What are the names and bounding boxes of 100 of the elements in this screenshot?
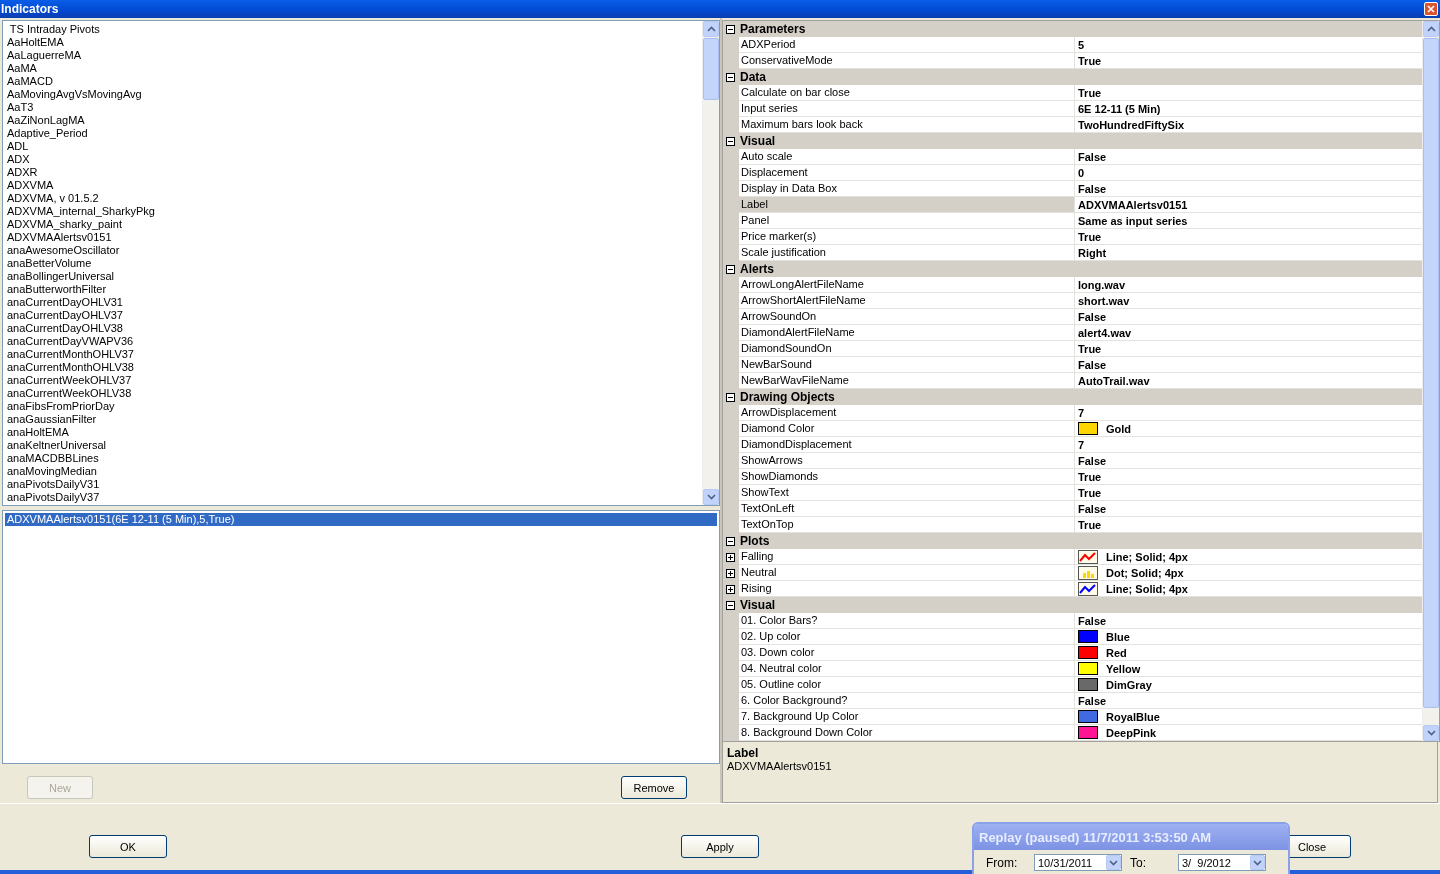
- indicator-item[interactable]: anaCurrentWeekOHLV38: [7, 387, 702, 400]
- indicator-item[interactable]: anaPivotsDailyV37: [7, 491, 702, 504]
- collapse-icon[interactable]: [726, 24, 735, 34]
- property-value[interactable]: False: [1078, 182, 1107, 195]
- property-value[interactable]: Blue: [1106, 630, 1130, 643]
- property-name[interactable]: ShowText: [739, 485, 1075, 501]
- indicator-item[interactable]: AaZiNonLagMA: [7, 114, 702, 127]
- property-value[interactable]: True: [1078, 54, 1102, 67]
- property-value[interactable]: 5: [1078, 38, 1085, 51]
- property-name[interactable]: DiamondDisplacement: [739, 437, 1075, 453]
- category-header[interactable]: Visual: [723, 133, 1422, 149]
- property-name[interactable]: NewBarSound: [739, 357, 1075, 373]
- property-name[interactable]: Maximum bars look back: [739, 117, 1075, 133]
- expand-icon[interactable]: [726, 584, 735, 594]
- indicator-item[interactable]: anaCurrentWeekOHLV37: [7, 374, 702, 387]
- property-value[interactable]: Same as input series: [1078, 214, 1188, 227]
- property-name[interactable]: Input series: [739, 101, 1075, 117]
- property-name[interactable]: 04. Neutral color: [739, 661, 1075, 677]
- expand-icon[interactable]: [726, 552, 735, 562]
- indicator-item[interactable]: AaMovingAvgVsMovingAvg: [7, 88, 702, 101]
- property-name[interactable]: 02. Up color: [739, 629, 1075, 645]
- property-value[interactable]: TwoHundredFiftySix: [1078, 118, 1185, 131]
- property-value[interactable]: True: [1078, 486, 1102, 499]
- indicator-item[interactable]: anaAwesomeOscillator: [7, 244, 702, 257]
- property-value[interactable]: Line; Solid; 4px: [1106, 582, 1188, 595]
- scroll-up-icon[interactable]: [706, 26, 716, 32]
- property-name[interactable]: 7. Background Up Color: [739, 709, 1075, 725]
- property-name[interactable]: NewBarWavFileName: [739, 373, 1075, 389]
- property-value[interactable]: RoyalBlue: [1106, 710, 1160, 723]
- property-value[interactable]: True: [1078, 86, 1102, 99]
- indicator-item[interactable]: AaMA: [7, 62, 702, 75]
- property-value[interactable]: False: [1078, 454, 1107, 467]
- property-name[interactable]: Displacement: [739, 165, 1075, 181]
- property-value[interactable]: long.wav: [1078, 278, 1126, 291]
- category-header[interactable]: Data: [723, 69, 1422, 85]
- indicator-item[interactable]: ADXVMA: [7, 179, 702, 192]
- property-value[interactable]: ADXVMAAlertsv0151: [1078, 198, 1188, 211]
- indicator-item[interactable]: ADXR: [7, 166, 702, 179]
- property-name[interactable]: DiamondAlertFileName: [739, 325, 1075, 341]
- indicator-item[interactable]: ADXVMA_sharky_paint: [7, 218, 702, 231]
- property-value[interactable]: 0: [1078, 166, 1085, 179]
- configured-indicator-item[interactable]: ADXVMAAlertsv0151(6E 12-11 (5 Min),5,True): [5, 513, 717, 526]
- property-name[interactable]: 8. Background Down Color: [739, 725, 1075, 741]
- indicator-item[interactable]: anaMACDBBLines: [7, 452, 702, 465]
- property-value[interactable]: Line; Solid; 4px: [1106, 550, 1188, 563]
- collapse-icon[interactable]: [726, 392, 735, 402]
- property-value[interactable]: 7: [1078, 406, 1085, 419]
- scrollbar[interactable]: [702, 21, 719, 505]
- category-header[interactable]: Alerts: [723, 261, 1422, 277]
- indicator-item[interactable]: anaGaussianFilter: [7, 413, 702, 426]
- category-header[interactable]: Plots: [723, 533, 1422, 549]
- property-name[interactable]: Auto scale: [739, 149, 1075, 165]
- property-name[interactable]: Diamond Color: [739, 421, 1075, 437]
- scroll-up-icon[interactable]: [1426, 26, 1436, 32]
- category-header[interactable]: Parameters: [723, 21, 1422, 37]
- indicator-item[interactable]: ADXVMA, v 01.5.2: [7, 192, 702, 205]
- property-name[interactable]: Neutral: [739, 565, 1075, 581]
- property-value[interactable]: short.wav: [1078, 294, 1130, 307]
- property-value[interactable]: Gold: [1106, 422, 1132, 435]
- property-value[interactable]: True: [1078, 518, 1102, 531]
- property-value[interactable]: True: [1078, 470, 1102, 483]
- indicator-item[interactable]: anaFibsFromPriorDay: [7, 400, 702, 413]
- indicator-item[interactable]: AaLaguerreMA: [7, 49, 702, 62]
- property-name[interactable]: Rising: [739, 581, 1075, 597]
- to-date-field[interactable]: 3/ 9/2012: [1178, 854, 1266, 871]
- property-value[interactable]: Right: [1078, 246, 1107, 259]
- property-name[interactable]: 6. Color Background?: [739, 693, 1075, 709]
- property-name[interactable]: TextOnLeft: [739, 501, 1075, 517]
- property-value[interactable]: Red: [1106, 646, 1127, 659]
- property-name[interactable]: 01. Color Bars?: [739, 613, 1075, 629]
- collapse-icon[interactable]: [726, 136, 735, 146]
- property-name[interactable]: 03. Down color: [739, 645, 1075, 661]
- property-value[interactable]: False: [1078, 150, 1107, 163]
- property-name[interactable]: 05. Outline color: [739, 677, 1075, 693]
- property-value[interactable]: False: [1078, 694, 1107, 707]
- category-header[interactable]: Drawing Objects: [723, 389, 1422, 405]
- property-name[interactable]: Falling: [739, 549, 1075, 565]
- indicator-item[interactable]: TS Intraday Pivots: [7, 23, 702, 36]
- scrollbar-thumb[interactable]: [703, 38, 719, 100]
- collapse-icon[interactable]: [726, 264, 735, 274]
- indicator-item[interactable]: anaCurrentDayOHLV38: [7, 322, 702, 335]
- indicator-item[interactable]: ADX: [7, 153, 702, 166]
- indicator-list[interactable]: [2, 20, 720, 506]
- property-value[interactable]: False: [1078, 614, 1107, 627]
- indicator-item[interactable]: AaMACD: [7, 75, 702, 88]
- category-header[interactable]: Visual: [723, 597, 1422, 613]
- property-name[interactable]: ShowDiamonds: [739, 469, 1075, 485]
- property-name[interactable]: ArrowShortAlertFileName: [739, 293, 1075, 309]
- indicator-item[interactable]: Adaptive_Period: [7, 127, 702, 140]
- indicator-item[interactable]: anaMovingMedian: [7, 465, 702, 478]
- property-grid[interactable]: [722, 20, 1440, 742]
- property-name[interactable]: ShowArrows: [739, 453, 1075, 469]
- close-button[interactable]: [1424, 2, 1438, 16]
- property-value[interactable]: AutoTrail.wav: [1078, 374, 1150, 387]
- configured-indicator-list[interactable]: ADXVMAAlertsv0151(6E 12-11 (5 Min),5,True): [2, 510, 720, 764]
- indicator-item[interactable]: anaBetterVolume: [7, 257, 702, 270]
- property-value[interactable]: alert4.wav: [1078, 326, 1132, 339]
- collapse-icon[interactable]: [726, 600, 735, 610]
- property-name[interactable]: Calculate on bar close: [739, 85, 1075, 101]
- expand-icon[interactable]: [726, 568, 735, 578]
